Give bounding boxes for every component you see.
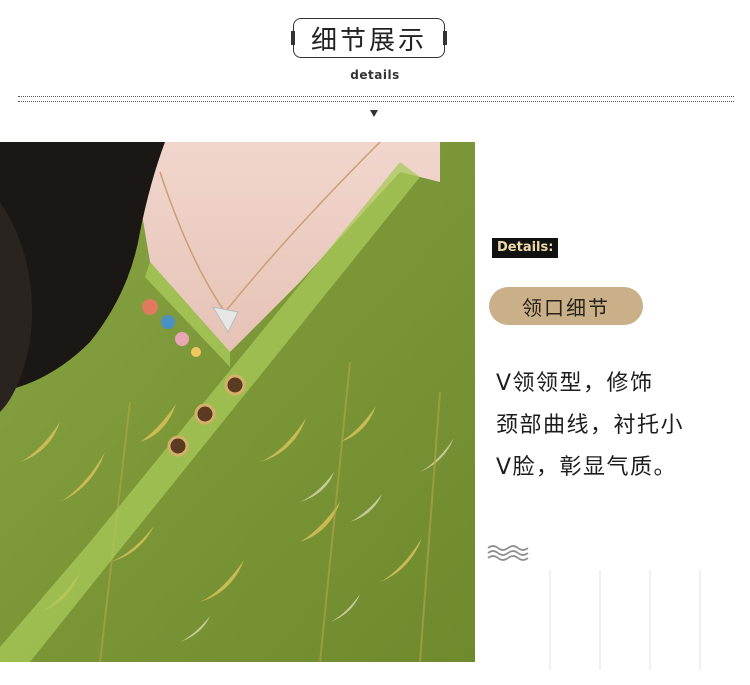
product-detail-photo bbox=[0, 142, 475, 662]
wave-icon bbox=[487, 545, 529, 561]
photo-illustration bbox=[0, 142, 475, 662]
description-line-1: V领领型，修饰 bbox=[496, 371, 654, 396]
decorative-faint-lines bbox=[549, 570, 701, 670]
details-tag: Details: bbox=[492, 238, 559, 258]
page-title: 细节展示 bbox=[310, 25, 427, 56]
description-line-2: 颈部曲线，衬托小 bbox=[496, 413, 685, 438]
section-title-pill: 领口细节 bbox=[489, 287, 643, 325]
page-subtitle: details bbox=[350, 68, 400, 82]
description-line-3: V脸，彰显气质。 bbox=[496, 455, 678, 480]
title-frame: 细节展示 bbox=[293, 18, 445, 58]
divider-bar bbox=[18, 96, 734, 102]
down-triangle-icon bbox=[370, 110, 378, 117]
